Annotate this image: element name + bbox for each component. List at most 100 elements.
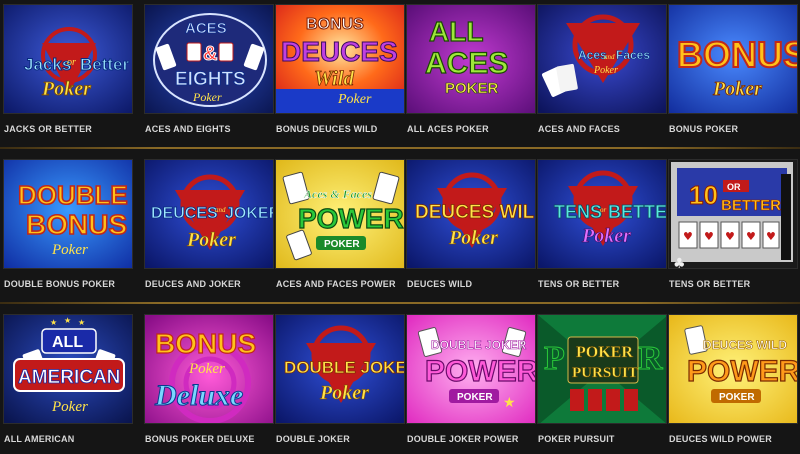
game-tile-deuces-wild[interactable]: DEUCES WILD Poker DEUCES WILD [406,159,536,299]
game-thumbnail[interactable]: BONUS Poker Deluxe [144,314,274,424]
game-tile-double-joker-power[interactable]: DOUBLE JOKER POWER POKER ★ DOUBLE JOKER … [406,314,536,454]
game-title[interactable]: DEUCES AND JOKER [145,279,285,289]
game-thumbnail[interactable]: DOUBLE JOKER Poker [275,314,405,424]
heart-icon: ♥ [766,230,776,243]
art-text: Better [80,55,130,74]
game-title[interactable]: DEUCES WILD [407,279,547,289]
heart-icon: ♥ [746,230,756,243]
club-icon: ♣ [673,256,686,269]
game-tile-deuces-wild-power[interactable]: DEUCES WILD POWER POKER DEUCES WILD POWE… [668,314,798,454]
game-thumbnail[interactable]: DEUCES and JOKER Poker [144,159,274,269]
game-title[interactable]: BONUS DEUCES WILD [276,124,416,134]
game-thumbnail[interactable]: TENS or BETTER Poker [537,159,667,269]
game-thumbnail[interactable]: Jacks or Better Poker [3,4,133,114]
game-tile-aces-and-faces[interactable]: Aces and Faces Poker ACES AND FACES [537,4,667,144]
game-title[interactable]: POKER PURSUIT [538,434,678,444]
game-thumbnail[interactable]: 10 OR BETTER ♥ ♥ ♥ ♥ ♥ ♣ [668,159,798,269]
game-tile-bonus-deuces-wild[interactable]: BONUS DEUCES Wild Poker BONUS DEUCES WIL… [275,4,405,144]
game-thumbnail[interactable]: DEUCES WILD Poker [406,159,536,269]
art-text: OR [727,182,741,192]
art-text: DEUCES [281,36,398,67]
game-row-1: Jacks or Better Poker JACKS OR BETTER AC… [0,4,800,144]
art-text: DOUBLE JOKER [431,338,527,352]
game-thumbnail[interactable]: BONUS Poker [668,4,798,114]
art-text: ACES [185,20,227,37]
game-tile-aces-and-eights[interactable]: ACES & EIGHTS Poker ACES AND EIGHTS [144,4,274,144]
art-text: BONUS [677,34,798,75]
game-thumbnail[interactable]: ACES & EIGHTS Poker [144,4,274,114]
art-text: Aces [578,48,607,62]
star-icon: ★ [50,318,57,327]
art-text: POKER [576,344,633,361]
art-text: 10 [689,180,718,210]
game-row-3: ★ ★ ★ ALL AMERICAN Poker ALL AMERICAN BO… [0,314,800,454]
art-text: Poker [581,225,631,247]
game-tile-bonus-poker[interactable]: BONUS Poker BONUS POKER [668,4,798,144]
art-text: Poker [41,78,91,100]
game-thumbnail[interactable]: ALL ACES POKER [406,4,536,114]
game-title[interactable]: TENS OR BETTER [669,279,800,289]
art-text: Poker [319,382,369,404]
game-thumbnail[interactable]: DOUBLE BONUS Poker [3,159,133,269]
game-title[interactable]: BONUS POKER [669,124,800,134]
game-tile-jacks-or-better[interactable]: Jacks or Better Poker JACKS OR BETTER [3,4,133,144]
art-text: Poker [188,361,225,377]
game-tile-aces-and-faces-power[interactable]: Aces & Faces POWER POKER ACES AND FACES … [275,159,405,299]
game-thumbnail[interactable]: P R POKER PURSUIT [537,314,667,424]
art-text: Poker [51,242,88,258]
art-text: PURSUIT [572,365,638,381]
art-text: BETTER [721,197,781,214]
game-tile-tens-or-better[interactable]: TENS or BETTER Poker TENS OR BETTER [537,159,667,299]
art-text: TENS [554,202,602,222]
game-tile-tens-or-better-classic[interactable]: 10 OR BETTER ♥ ♥ ♥ ♥ ♥ ♣ TENS OR BETTER [668,159,798,299]
game-thumbnail[interactable]: BONUS DEUCES Wild Poker [275,4,405,114]
game-thumbnail[interactable]: DEUCES WILD POWER POKER [668,314,798,424]
art-text: DEUCES WILD [703,338,787,352]
art-text: BONUS [306,16,364,33]
game-tile-all-aces-poker[interactable]: ALL ACES POKER ALL ACES POKER [406,4,536,144]
decorative-letter-p: P [544,340,565,377]
art-text: DOUBLE [18,180,128,210]
game-title[interactable]: ACES AND FACES [538,124,678,134]
star-icon: ★ [78,318,85,327]
art-text: POKER [324,239,360,250]
game-title[interactable]: ACES AND EIGHTS [145,124,285,134]
game-tile-double-bonus-poker[interactable]: DOUBLE BONUS Poker DOUBLE BONUS POKER [3,159,133,299]
art-text: DEUCES [151,205,218,222]
art-text: BETTER [608,202,667,222]
game-title[interactable]: DOUBLE BONUS POKER [4,279,144,289]
game-thumbnail[interactable]: ★ ★ ★ ALL AMERICAN Poker [3,314,133,424]
game-row-2: DOUBLE BONUS Poker DOUBLE BONUS POKER DE… [0,159,800,299]
art-text: Deluxe [154,379,243,412]
game-grid: Jacks or Better Poker JACKS OR BETTER AC… [0,0,800,452]
art-text: Faces [616,48,650,62]
game-tile-bonus-poker-deluxe[interactable]: BONUS Poker Deluxe BONUS POKER DELUXE [144,314,274,454]
game-title[interactable]: JACKS OR BETTER [4,124,144,134]
game-tile-deuces-and-joker[interactable]: DEUCES and JOKER Poker DEUCES AND JOKER [144,159,274,299]
heart-icon: ♥ [704,230,714,243]
heart-icon: ♥ [725,230,735,243]
art-text: or [600,206,607,214]
game-thumbnail[interactable]: DOUBLE JOKER POWER POKER ★ [406,314,536,424]
game-tile-double-joker[interactable]: DOUBLE JOKER Poker DOUBLE JOKER [275,314,405,454]
game-title[interactable]: DOUBLE JOKER POWER [407,434,547,444]
game-title[interactable]: DOUBLE JOKER [276,434,416,444]
art-text: Poker [712,78,762,100]
game-title[interactable]: ACES AND FACES POWER [276,279,416,289]
game-thumbnail[interactable]: Aces & Faces POWER POKER [275,159,405,269]
art-text: POKER [719,392,755,403]
game-title[interactable]: ALL ACES POKER [407,124,547,134]
art-text: JOKER [225,205,274,222]
game-thumbnail[interactable]: Aces and Faces Poker [537,4,667,114]
game-title[interactable]: TENS OR BETTER [538,279,678,289]
game-tile-poker-pursuit[interactable]: P R POKER PURSUIT POKER PURSUIT [537,314,667,454]
art-text: BONUS [26,209,127,240]
game-title[interactable]: BONUS POKER DELUXE [145,434,285,444]
art-text: BONUS [155,328,256,359]
game-title[interactable]: DEUCES WILD POWER [669,434,800,444]
art-text: ALL [52,334,83,351]
art-text: POKER [457,392,493,403]
decorative-letter-r: R [638,340,663,377]
game-title[interactable]: ALL AMERICAN [4,434,144,444]
game-tile-all-american[interactable]: ★ ★ ★ ALL AMERICAN Poker ALL AMERICAN [3,314,133,454]
